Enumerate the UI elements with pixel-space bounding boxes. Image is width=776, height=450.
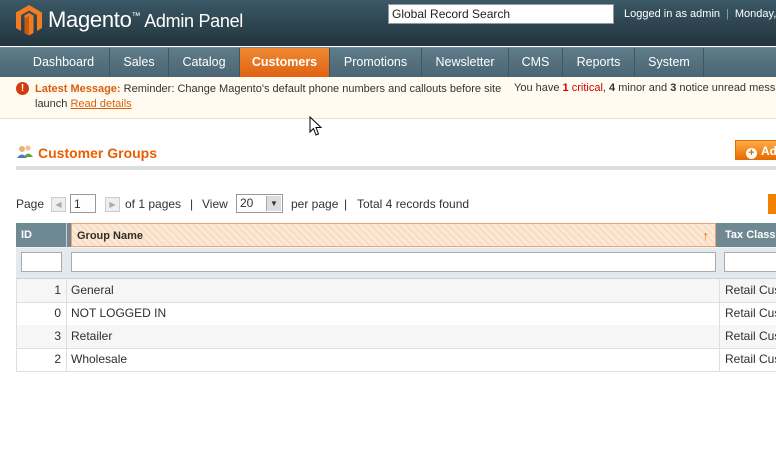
header-links: Logged in as admin | Monday,	[624, 8, 776, 20]
view-label: View	[202, 197, 228, 211]
table-row[interactable]: 0 NOT LOGGED IN Retail Customer	[16, 302, 776, 326]
column-header-group-name[interactable]: Group Name ↑	[71, 223, 716, 247]
nav-dashboard[interactable]: Dashboard	[18, 48, 110, 77]
column-header-id[interactable]: ID	[16, 223, 67, 247]
add-new-customer-group-button[interactable]: + Ad	[735, 140, 776, 160]
page-label: Page	[16, 197, 45, 211]
read-details-link[interactable]: Read details	[70, 98, 131, 110]
chevron-down-icon: ▼	[266, 196, 281, 211]
next-page-icon[interactable]: ▶	[105, 197, 120, 212]
latest-message-label: Latest Message:	[35, 83, 121, 95]
total-records: Total 4 records found	[357, 197, 470, 211]
add-plus-icon: +	[746, 148, 757, 159]
magento-logo-icon[interactable]	[14, 4, 44, 36]
header-separator: |	[726, 8, 729, 20]
cell-tax-class: Retail Customer	[720, 348, 776, 371]
cell-tax-class: Retail Customer	[720, 279, 776, 302]
page-title: Customer Groups	[38, 145, 158, 161]
nav-catalog[interactable]: Catalog	[169, 48, 240, 77]
cell-group-name: Retailer	[67, 325, 720, 348]
filter-id-input[interactable]	[21, 252, 62, 272]
notice-count[interactable]: 3	[670, 82, 676, 94]
cell-id: 0	[16, 302, 67, 325]
pager-separator-2: |	[344, 197, 348, 211]
filter-tax-class-select[interactable]	[724, 252, 776, 272]
previous-page-icon[interactable]: ◀	[51, 197, 66, 212]
admin-header: Magento™ Admin Panel Global Record Search…	[0, 0, 776, 46]
cell-group-name: Wholesale	[67, 348, 720, 371]
cell-id: 1	[16, 279, 67, 302]
search-button[interactable]	[768, 194, 776, 214]
filter-group-name-input[interactable]	[71, 252, 716, 272]
title-divider	[16, 166, 776, 170]
logo-text[interactable]: Magento™ Admin Panel	[48, 7, 243, 33]
per-page-select[interactable]: 20 ▼	[236, 194, 283, 213]
mouse-cursor-icon	[309, 116, 323, 136]
logo-suffix: Admin Panel	[144, 11, 243, 31]
latest-message-bar: ! Latest Message: Reminder: Change Magen…	[0, 77, 776, 119]
latest-message: Latest Message: Reminder: Change Magento…	[35, 82, 505, 112]
grid-header-row: ID Group Name ↑ Tax Class	[16, 223, 776, 248]
sort-ascending-icon: ↑	[702, 228, 710, 243]
critical-link[interactable]: critical	[572, 82, 603, 94]
minor-label[interactable]: minor and	[618, 82, 667, 94]
critical-count[interactable]: 1	[563, 82, 569, 94]
grid-filter-row	[16, 248, 776, 279]
logo-name: Magento	[48, 7, 132, 32]
logged-in-text: Logged in as admin	[624, 8, 721, 20]
nav-system[interactable]: System	[635, 48, 704, 77]
table-row[interactable]: 2 Wholesale Retail Customer	[16, 348, 776, 372]
logo-trademark: ™	[131, 10, 141, 21]
column-header-tax-class-label: Tax Class	[725, 229, 776, 241]
add-button-label: Ad	[761, 144, 776, 158]
cell-id: 3	[16, 325, 67, 348]
unread-prefix: You have	[514, 82, 560, 94]
table-row[interactable]: 3 Retailer Retail Customer	[16, 325, 776, 349]
error-icon: !	[16, 82, 29, 95]
nav-newsletter[interactable]: Newsletter	[422, 48, 509, 77]
unread-messages-summary: You have 1 critical, 4 minor and 3 notic…	[514, 82, 776, 94]
main-nav: Dashboard Sales Catalog Customers Promot…	[0, 47, 776, 78]
column-header-id-label: ID	[21, 229, 32, 241]
minor-count[interactable]: 4	[609, 82, 615, 94]
nav-customers[interactable]: Customers	[240, 48, 330, 77]
per-page-value: 20	[240, 196, 254, 210]
nav-promotions[interactable]: Promotions	[330, 48, 422, 77]
global-search-input[interactable]: Global Record Search	[388, 4, 614, 24]
nav-reports[interactable]: Reports	[563, 48, 635, 77]
cell-group-name: NOT LOGGED IN	[67, 302, 720, 325]
per-page-label: per page	[291, 197, 339, 211]
nav-cms[interactable]: CMS	[509, 48, 563, 77]
notice-label[interactable]: notice unread messa	[679, 82, 776, 94]
nav-sales[interactable]: Sales	[110, 48, 169, 77]
column-header-group-name-label: Group Name	[77, 230, 144, 242]
cell-group-name: General	[67, 279, 720, 302]
table-row[interactable]: 1 General Retail Customer	[16, 279, 776, 303]
cell-id: 2	[16, 348, 67, 371]
cell-tax-class: Retail Customer	[720, 302, 776, 325]
customer-groups-icon	[17, 145, 33, 158]
page-number-input[interactable]: 1	[70, 194, 96, 213]
cell-tax-class: Retail Customer	[720, 325, 776, 348]
column-header-tax-class[interactable]: Tax Class	[720, 223, 776, 247]
pager-separator: |	[190, 197, 194, 211]
of-pages-text: of 1 pages	[125, 197, 182, 211]
date-text: Monday,	[734, 8, 776, 20]
